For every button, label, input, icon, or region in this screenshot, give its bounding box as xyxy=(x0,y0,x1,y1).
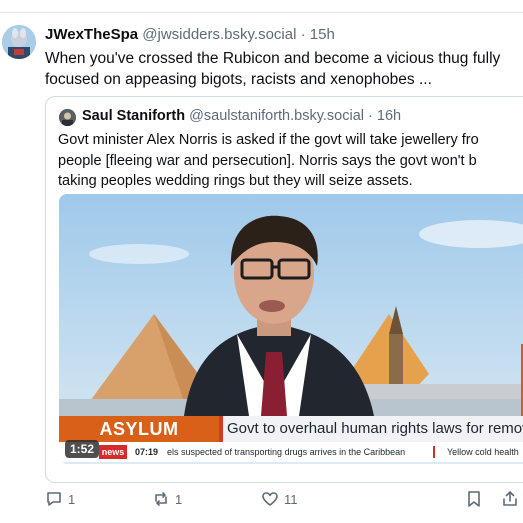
like-button[interactable]: 11 xyxy=(261,490,298,508)
ticker-label: ASYLUM OVERHAUL xyxy=(59,416,219,464)
post-text: When you've crossed the Rubicon and beco… xyxy=(45,50,501,88)
like-count: 11 xyxy=(284,491,298,507)
video-player[interactable]: ASYLUM OVERHAUL Govt to overhaul human r… xyxy=(59,194,523,464)
heart-icon xyxy=(262,492,278,506)
post-actions: 1 1 11 xyxy=(45,490,523,510)
post-timestamp[interactable]: 15h xyxy=(310,26,335,43)
previous-post-actions-strip xyxy=(0,0,523,13)
header-separator: · xyxy=(296,26,310,43)
news-logo: news xyxy=(99,445,127,459)
quoted-post-timestamp: 16h xyxy=(376,108,402,124)
quoted-author-avatar xyxy=(59,109,76,126)
author-handle[interactable]: @jwsidders.bsky.social xyxy=(142,26,296,43)
quoted-text-line: people [fleeing war and persecution]. No… xyxy=(58,152,477,169)
quoted-author-name: Saul Staniforth xyxy=(82,108,186,124)
author-avatar[interactable] xyxy=(2,25,36,59)
bookmark-icon xyxy=(468,491,480,507)
ticker-divider xyxy=(219,416,223,442)
reply-icon xyxy=(47,492,61,506)
quoted-header-separator: · xyxy=(364,108,377,124)
author-name[interactable]: JWexTheSpa xyxy=(45,26,138,43)
quoted-text-line: Govt minister Alex Norris is asked if th… xyxy=(58,132,479,148)
news-time: 07:19 xyxy=(135,447,159,457)
repost-count: 1 xyxy=(175,491,183,507)
quoted-author-handle: @saulstaniforth.bsky.social xyxy=(189,108,364,124)
video-duration-badge: 1:52 xyxy=(65,440,100,458)
repost-button[interactable]: 1 xyxy=(152,490,182,508)
share-icon xyxy=(503,491,517,506)
reply-count: 1 xyxy=(68,491,76,507)
repost-icon xyxy=(155,492,167,506)
post-header: JWexTheSpa @jwsidders.bsky.social · 15h xyxy=(45,26,523,43)
bookmark-button[interactable] xyxy=(466,490,482,508)
quoted-post[interactable]: Saul Staniforth @saulstaniforth.bsky.soc… xyxy=(45,96,523,483)
news-crawl: news 07:19 els suspected of transporting… xyxy=(59,442,523,462)
news-crawl-item: Yellow cold health xyxy=(447,447,519,457)
quoted-post-header: Saul Staniforth @saulstaniforth.bsky.soc… xyxy=(82,108,401,124)
ticker-headline: Govt to overhaul human rights laws for r… xyxy=(227,420,523,437)
quoted-post-text: Govt minister Alex Norris is asked if th… xyxy=(58,130,523,192)
news-crawl-item: els suspected of transporting drugs arri… xyxy=(167,447,406,457)
reply-button[interactable]: 1 xyxy=(45,490,75,508)
news-crawl-separator xyxy=(433,446,435,458)
quoted-text-line: taking peoples wedding rings but they wi… xyxy=(58,173,413,189)
share-button[interactable] xyxy=(501,490,519,508)
